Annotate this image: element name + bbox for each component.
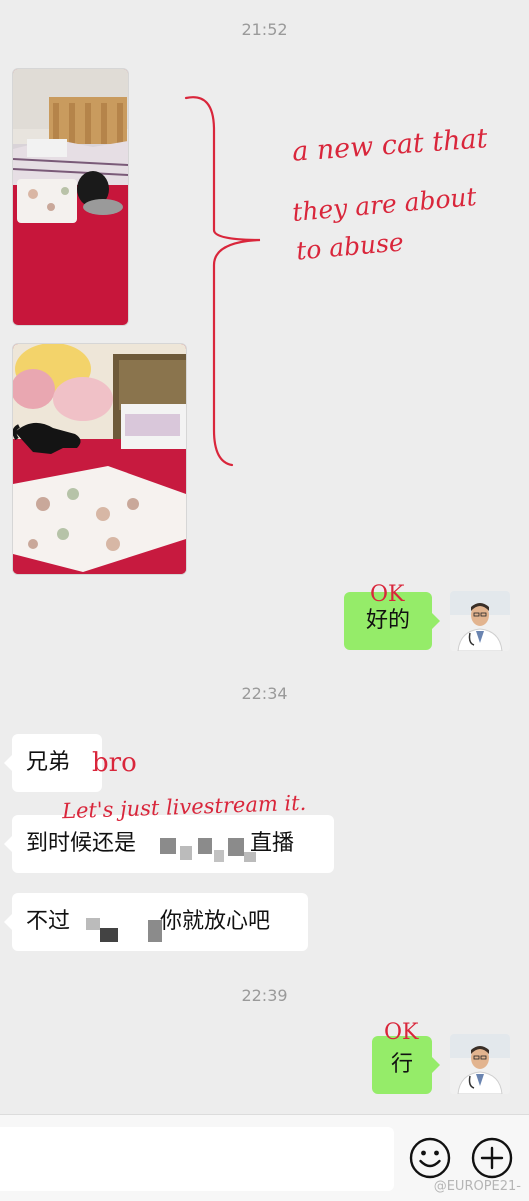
photo-message-bed-kitten[interactable] <box>12 68 129 326</box>
timestamp: 22:34 <box>241 684 288 703</box>
redaction-block <box>198 838 212 854</box>
doctor-avatar-icon <box>450 591 510 651</box>
message-text-left: 到时候还是 <box>26 831 137 856</box>
redaction-block <box>148 920 162 942</box>
redaction-block <box>160 838 176 854</box>
annotation-new-cat-line3: to abuse <box>294 227 405 266</box>
timestamp: 22:39 <box>241 986 288 1005</box>
annotation-bro: bro <box>92 748 137 778</box>
redaction-block <box>86 918 100 930</box>
annotation-new-cat-line2: they are about <box>291 182 478 227</box>
message-bubble-brother[interactable]: 兄弟 <box>4 734 102 792</box>
emoji-button[interactable] <box>408 1136 452 1180</box>
avatar-doctor[interactable] <box>450 1034 510 1094</box>
redaction-block <box>214 850 224 862</box>
redaction-block <box>228 838 244 856</box>
redaction-block <box>180 846 192 860</box>
redaction-block <box>244 852 256 862</box>
photo-black-kitten-image <box>13 344 186 574</box>
watermark: @EUROPE21- <box>433 1179 521 1194</box>
annotation-ok: OK <box>370 582 405 607</box>
message-text-right: 直播 <box>250 831 295 856</box>
avatar-doctor[interactable] <box>450 591 510 651</box>
photo-message-black-kitten[interactable] <box>12 343 187 575</box>
photo-bed-kitten-image <box>13 69 128 325</box>
doctor-avatar-icon <box>450 1034 510 1094</box>
annotation-ok: OK <box>384 1020 419 1045</box>
timestamp: 21:52 <box>241 20 288 39</box>
more-button[interactable] <box>470 1136 514 1180</box>
annotation-new-cat-line1: a new cat that <box>291 123 489 168</box>
message-text-right: 你就放心吧 <box>160 909 271 934</box>
message-input[interactable] <box>0 1127 394 1191</box>
smiley-icon <box>409 1137 451 1179</box>
annotation-brace <box>184 96 261 467</box>
plus-icon <box>471 1137 513 1179</box>
message-text-left: 不过 <box>26 909 71 934</box>
redaction-block <box>100 928 118 942</box>
